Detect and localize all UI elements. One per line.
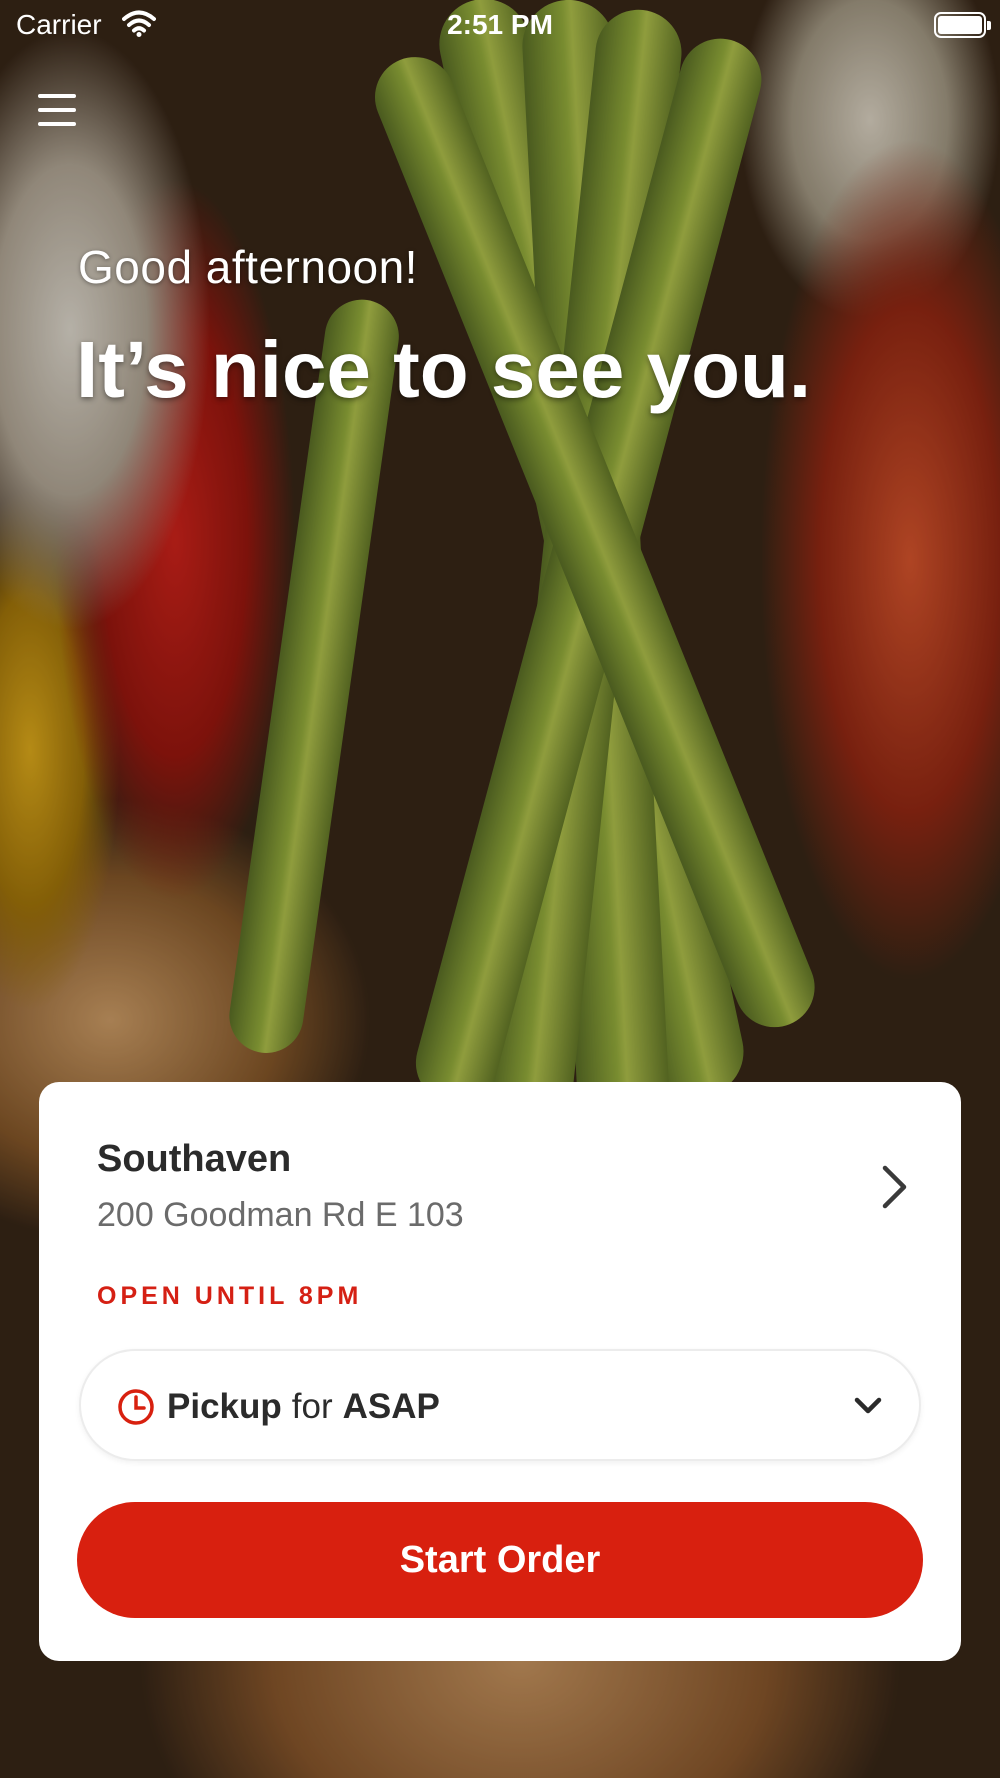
pickup-time-text: Pickup for ASAP [167,1387,440,1427]
headline-text: It’s nice to see you. [76,325,812,414]
chevron-right-icon [882,1165,907,1209]
location-selector[interactable]: Southaven 200 Goodman Rd E 103 [39,1082,961,1282]
pickup-time-selector[interactable]: Pickup for ASAP [79,1349,921,1461]
location-name: Southaven [97,1138,292,1180]
app-screen: Carrier 2:51 PM Good afternoon! It’s nic… [0,0,1000,1778]
status-time: 2:51 PM [447,9,553,40]
hamburger-menu-icon[interactable] [38,94,78,130]
status-bar: Carrier 2:51 PM [0,0,1000,50]
battery-level [938,16,982,34]
order-card: Southaven 200 Goodman Rd E 103 OPEN UNTI… [39,1082,961,1661]
battery-icon [934,12,991,38]
order-mode: Pickup [167,1387,282,1426]
start-order-button[interactable]: Start Order [77,1502,923,1618]
clock-icon [118,1389,154,1425]
order-connector: for [291,1387,333,1426]
greeting-text: Good afternoon! [78,241,418,293]
location-address: 200 Goodman Rd E 103 [97,1196,464,1234]
order-when: ASAP [342,1387,440,1426]
chevron-down-icon [854,1397,882,1414]
hours-status: OPEN UNTIL 8PM [97,1282,363,1310]
